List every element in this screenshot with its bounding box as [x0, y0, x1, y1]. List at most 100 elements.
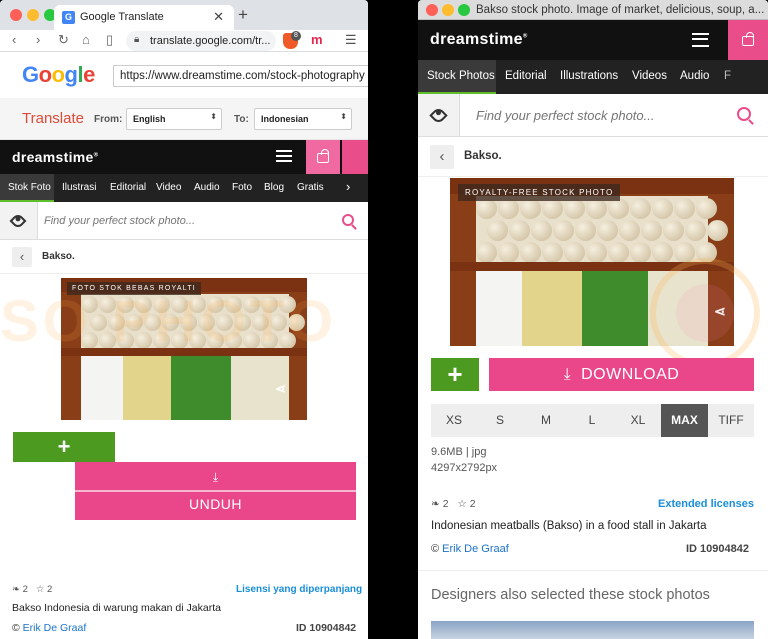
search-input[interactable] [476, 102, 726, 128]
to-language-value: Indonesian [261, 114, 309, 124]
meatball [476, 198, 497, 219]
google-translate-icon: G [62, 11, 75, 24]
nav-item-editorial[interactable]: Editorial [505, 70, 547, 82]
size-m-option[interactable]: M [523, 404, 569, 437]
nav-next-chevron-icon[interactable]: › [346, 179, 350, 194]
size-tiff-option[interactable]: TIFF [708, 404, 754, 437]
meatball [520, 242, 541, 263]
close-window-button[interactable] [10, 9, 22, 21]
hamburger-menu-icon[interactable] [276, 150, 292, 162]
nav-item-illustrations[interactable]: Illustrations [560, 70, 618, 82]
tab-close-icon[interactable]: ✕ [213, 9, 224, 25]
breadcrumb: ‹ Bakso. [418, 137, 768, 177]
window-title: Bakso stock photo. Image of market, deli… [476, 4, 765, 16]
nav-item-editorial[interactable]: Editorial [110, 182, 146, 193]
meatball [684, 220, 706, 241]
browser-toolbar: ‹ › ↻ ⌂ ▯ 🔒︎ translate.google.com/tr... … [0, 30, 368, 52]
add-to-lightbox-button[interactable]: + [13, 432, 115, 462]
menu-icon[interactable]: ☰ [345, 32, 357, 48]
back-chevron-icon[interactable]: ‹ [12, 247, 32, 267]
size-max-option[interactable]: MAX [661, 404, 708, 437]
meatball [608, 242, 629, 263]
address-bar[interactable]: 🔒︎ translate.google.com/tr... [126, 31, 276, 51]
extended-licenses-link[interactable]: Lisensi yang diperpanjang [236, 584, 362, 595]
stats: ❧ 2 ☆ 2 [12, 584, 52, 595]
section-heading: Designers also selected these stock phot… [431, 587, 710, 603]
back-arrow-icon[interactable]: ‹ [12, 32, 16, 47]
meatball [552, 220, 574, 241]
related-photo-thumbnail[interactable] [431, 621, 754, 639]
minimize-window-button[interactable] [442, 4, 454, 16]
nav-item-blog[interactable]: Blog [264, 182, 284, 193]
maximize-window-button[interactable] [458, 4, 470, 16]
search-icon[interactable] [342, 214, 354, 226]
nav-item-ilustrasi[interactable]: Ilustrasi [62, 182, 96, 193]
size-s-option[interactable]: S [477, 404, 523, 437]
search-icon[interactable] [737, 107, 751, 121]
dreamstime-logo[interactable]: dreamstime® [12, 149, 98, 165]
extension-m-icon[interactable]: m [311, 32, 323, 47]
download-button[interactable]: ⤓ DOWNLOAD [489, 358, 754, 391]
back-chevron-icon[interactable]: ‹ [430, 145, 454, 169]
cart-button[interactable] [306, 140, 340, 174]
google-logo[interactable]: Google [22, 62, 95, 88]
bookmark-icon[interactable]: ▯ [106, 32, 113, 48]
from-language-select[interactable]: English ⬍ [126, 108, 222, 130]
shopping-bag-icon [317, 149, 329, 163]
eye-icon [429, 106, 448, 125]
new-tab-button[interactable]: + [238, 6, 248, 23]
greens [582, 271, 648, 346]
breadcrumb-title: Bakso. [42, 251, 75, 262]
nav-item-truncated[interactable]: F [724, 70, 731, 82]
download-icon: ⤓ [212, 470, 219, 484]
forward-arrow-icon[interactable]: › [36, 32, 40, 47]
nav-item-videos[interactable]: Videos [632, 70, 667, 82]
to-language-select[interactable]: Indonesian ⬍ [254, 108, 352, 130]
nav-item-stok-foto[interactable]: Stok Foto [8, 182, 51, 193]
extended-licenses-link[interactable]: Extended licenses [658, 498, 754, 510]
likes-icon: ❧ [431, 498, 440, 510]
select-arrows-icon: ⬍ [210, 112, 217, 121]
nav-item-foto[interactable]: Foto [232, 182, 252, 193]
breadcrumb: ‹ Bakso. [0, 240, 368, 274]
hamburger-menu-icon[interactable] [692, 33, 709, 47]
image-dimensions: 4297x2792px [431, 462, 498, 474]
size-xs-option[interactable]: XS [431, 404, 477, 437]
reload-icon[interactable]: ↻ [58, 32, 69, 48]
meatballs-row [476, 196, 728, 263]
minimize-window-button[interactable] [27, 9, 39, 21]
nav-item-gratis[interactable]: Gratis [297, 182, 324, 193]
home-icon[interactable]: ⌂ [82, 32, 90, 47]
visual-search-button[interactable] [0, 202, 38, 239]
meatball [630, 198, 651, 219]
nav-item-audio[interactable]: Audio [680, 70, 709, 82]
meatball [498, 198, 519, 219]
address-bar-url: translate.google.com/tr... [150, 35, 271, 47]
noodles-yellow [522, 271, 582, 346]
nav-item-audio[interactable]: Audio [194, 182, 220, 193]
add-to-lightbox-button[interactable]: + [431, 358, 479, 391]
google-search-input[interactable]: https://www.dreamstime.com/stock-photogr… [113, 65, 368, 87]
dreamstime-logo[interactable]: dreamstime® [430, 31, 528, 49]
browser-window-right: Bakso stock photo. Image of market, deli… [418, 0, 768, 639]
search-input[interactable] [44, 208, 324, 234]
meatball [520, 198, 541, 219]
close-window-button[interactable] [426, 4, 438, 16]
share-icon[interactable]: ⋖ [275, 381, 286, 397]
site-nav: Stok Foto Ilustrasi Editorial Video Audi… [0, 174, 368, 202]
author: © Erik De Graaf [12, 622, 86, 634]
visual-search-button[interactable] [418, 94, 460, 136]
tab-google-translate[interactable]: G Google Translate ✕ [54, 5, 234, 30]
size-xl-option[interactable]: XL [615, 404, 661, 437]
size-l-option[interactable]: L [569, 404, 615, 437]
nav-item-stock-photos[interactable]: Stock Photos [427, 70, 495, 82]
meatball [640, 220, 662, 241]
translate-title: Translate [22, 110, 84, 127]
watermark-text: SO PHOTO [0, 289, 338, 354]
cart-button-secondary[interactable] [342, 140, 368, 174]
author-link[interactable]: Erik De Graaf [442, 543, 509, 555]
author-link[interactable]: Erik De Graaf [23, 622, 87, 634]
meatball [630, 242, 651, 263]
cart-button[interactable] [728, 20, 768, 60]
nav-item-video[interactable]: Video [156, 182, 181, 193]
